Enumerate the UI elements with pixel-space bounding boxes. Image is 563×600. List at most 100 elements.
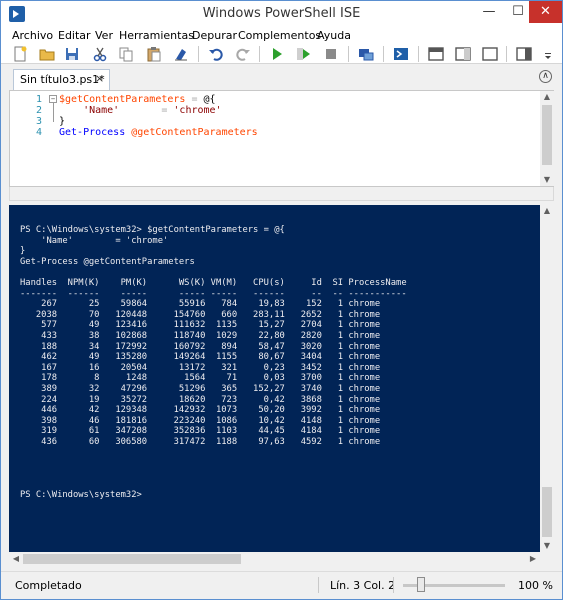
fold-toggle-icon[interactable]: − <box>49 95 57 103</box>
scroll-right-icon[interactable]: ▶ <box>526 553 540 565</box>
cut-icon[interactable] <box>92 46 108 62</box>
toolbar-overflow-icon[interactable] <box>543 46 553 62</box>
tab-script[interactable]: Sin título3.ps1* × <box>13 69 110 90</box>
powershell-icon[interactable] <box>393 46 409 62</box>
toolbar-separator <box>348 46 349 62</box>
copy-icon[interactable] <box>118 46 134 62</box>
status-text: Completado <box>15 579 82 592</box>
code-text[interactable]: } <box>59 116 65 127</box>
save-icon[interactable] <box>64 46 80 62</box>
console-line: 188 34 172992 160792 894 58,47 3020 1 ch… <box>20 341 381 352</box>
title-bar: Windows PowerShell ISE — ☐ ✕ <box>1 1 562 28</box>
menu-archivo[interactable]: Archivo <box>12 29 53 42</box>
collapse-script-pane-icon[interactable]: ∧ <box>539 70 552 83</box>
console-hscroll-thumb[interactable] <box>23 554 241 564</box>
console-line: 433 38 102868 118740 1029 22,80 2820 1 c… <box>20 330 381 341</box>
menu-ayuda[interactable]: Ayuda <box>317 29 351 42</box>
console-line: 178 8 1248 1564 71 0,03 3700 1 chrome <box>20 373 381 384</box>
clear-icon[interactable] <box>173 46 189 62</box>
menu-bar: Archivo Editar Ver Herramientas Depurar … <box>1 28 562 44</box>
new-icon[interactable] <box>12 46 28 62</box>
console-horizontal-scrollbar[interactable]: ◀ ▶ <box>9 552 540 566</box>
toolbar-separator <box>418 46 419 62</box>
toolbar-separator <box>506 46 507 62</box>
scroll-down-icon[interactable]: ▼ <box>540 174 554 186</box>
run-selection-icon[interactable] <box>296 46 312 62</box>
status-separator <box>318 577 319 593</box>
scroll-up-icon[interactable]: ▲ <box>540 91 554 103</box>
editor-horizontal-scrollbar[interactable] <box>9 187 554 201</box>
console-line: 446 42 129348 142932 1073 50,20 3992 1 c… <box>20 405 381 416</box>
console-vertical-scrollbar[interactable]: ▲ ▼ <box>540 205 554 552</box>
tab-label: Sin título3.ps1* <box>20 73 105 86</box>
line-number: 1 <box>35 94 42 105</box>
editor-scroll-thumb[interactable] <box>542 105 552 165</box>
paste-icon[interactable] <box>146 46 162 62</box>
console-line: Handles NPM(K) PM(K) WS(K) VM(M) CPU(s) … <box>20 277 407 288</box>
tab-row: Sin título3.ps1* × ∧ <box>1 64 562 90</box>
editor-vertical-scrollbar[interactable]: ▲ ▼ <box>540 91 554 186</box>
console-line: 577 49 123416 111632 1135 15,27 2704 1 c… <box>20 320 381 331</box>
scroll-down-icon[interactable]: ▼ <box>540 540 554 552</box>
console-scroll-thumb[interactable] <box>542 487 552 537</box>
console-line: PS C:\Windows\system32> $getContentParam… <box>20 225 285 235</box>
new-remote-icon[interactable] <box>358 46 374 62</box>
stop-icon[interactable] <box>323 46 339 62</box>
layout-right-icon[interactable] <box>455 46 471 62</box>
editor-lines[interactable]: 1− $getContentParameters = @{2 'Name' = '… <box>10 91 540 186</box>
layout-max-icon[interactable] <box>482 46 498 62</box>
code-token: } <box>59 116 66 127</box>
line-number: 4 <box>35 127 42 138</box>
code-token: = <box>119 105 174 116</box>
console-line: 462 49 135280 149264 1155 80,67 3404 1 c… <box>20 352 381 363</box>
redo-icon[interactable] <box>235 46 251 62</box>
console-line: 'Name' = 'chrome' <box>20 235 169 246</box>
open-icon[interactable] <box>39 46 55 62</box>
console-pane[interactable]: PS C:\Windows\system32> $getContentParam… <box>9 205 554 566</box>
scroll-left-icon[interactable]: ◀ <box>9 553 23 565</box>
layout-top-icon[interactable] <box>428 46 444 62</box>
show-commands-icon[interactable] <box>516 46 532 62</box>
console-line: 398 46 181816 223240 1086 10,42 4148 1 c… <box>20 415 381 426</box>
undo-icon[interactable] <box>208 46 224 62</box>
zoom-slider-thumb[interactable] <box>417 577 426 592</box>
code-token: = <box>185 94 204 105</box>
toolbar-separator <box>198 46 199 62</box>
menu-depurar[interactable]: Depurar <box>192 29 237 42</box>
tab-close-icon[interactable]: × <box>95 72 104 85</box>
toolbar <box>1 44 562 64</box>
code-text[interactable]: $getContentParameters = @{ <box>59 94 216 105</box>
console-line: 2038 70 120448 154760 660 283,11 2652 1 … <box>20 309 381 320</box>
console-line: PS C:\Windows\system32> <box>20 489 142 500</box>
code-text[interactable]: 'Name' = 'chrome' <box>59 105 222 116</box>
code-token: 'chrome' <box>173 105 222 116</box>
menu-ver[interactable]: Ver <box>95 29 113 42</box>
menu-complementos[interactable]: Complementos <box>238 29 321 42</box>
menu-herramientas[interactable]: Herramientas <box>119 29 194 42</box>
code-token: 'Name' <box>59 105 120 116</box>
console-line: 267 25 59864 55916 784 19,83 152 1 chrom… <box>20 299 381 310</box>
code-text[interactable]: Get-Process @getContentParameters <box>59 127 258 138</box>
console-output[interactable]: PS C:\Windows\system32> $getContentParam… <box>20 225 530 500</box>
console-line: ------- ------ ----- ----- ----- ------ … <box>20 288 407 299</box>
scroll-up-icon[interactable]: ▲ <box>540 205 554 217</box>
powershell-ise-window: Windows PowerShell ISE — ☐ ✕ Archivo Edi… <box>0 0 563 600</box>
console-line: } <box>20 246 26 257</box>
run-icon[interactable] <box>269 46 285 62</box>
close-button[interactable]: ✕ <box>529 1 562 23</box>
maximize-button[interactable]: ☐ <box>504 1 532 23</box>
console-line: 389 32 47296 51296 365 152,27 3740 1 chr… <box>20 383 381 394</box>
zoom-level: 100 % <box>518 579 553 592</box>
minimize-button[interactable]: — <box>475 1 503 23</box>
console-line: 436 60 306580 317472 1188 97,63 4592 1 c… <box>20 436 381 447</box>
menu-editar[interactable]: Editar <box>58 29 91 42</box>
code-token: Get-Process <box>59 127 126 138</box>
script-editor[interactable]: 1− $getContentParameters = @{2 'Name' = '… <box>9 90 554 187</box>
console-line: 167 16 20504 13172 321 0,23 3452 1 chrom… <box>20 362 381 373</box>
cursor-position: Lín. 3 Col. 2 <box>330 579 396 592</box>
toolbar-separator <box>383 46 384 62</box>
